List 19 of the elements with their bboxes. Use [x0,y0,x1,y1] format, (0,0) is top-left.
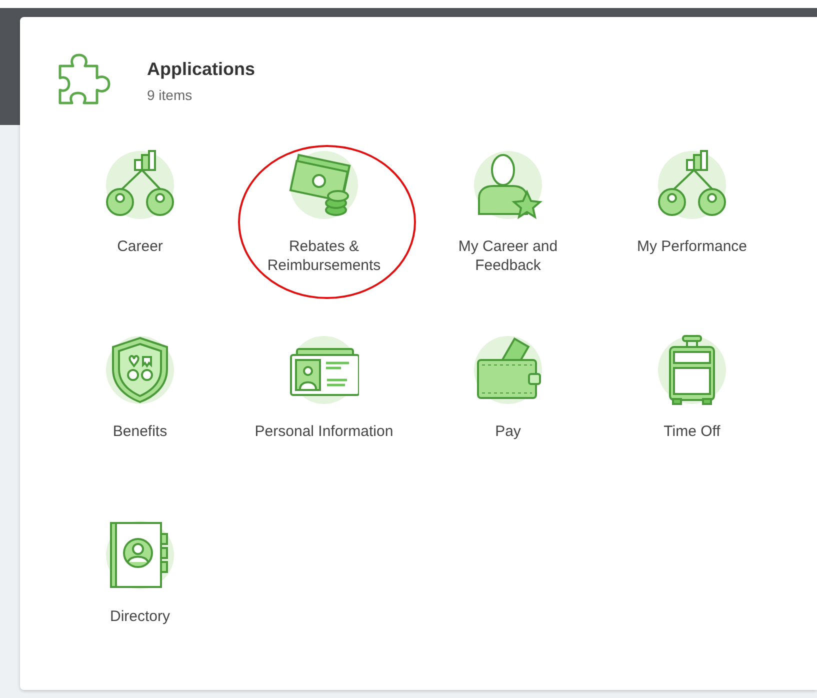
app-label[interactable]: Career [65,237,215,256]
org-chart-icon[interactable] [657,150,727,220]
wallet-icon[interactable] [473,335,543,405]
puzzle-icon [57,52,113,106]
address-book-icon[interactable] [105,520,175,590]
id-card-icon[interactable] [289,335,359,405]
app-label[interactable]: Pay [433,422,583,441]
org-chart-icon[interactable] [105,150,175,220]
app-label[interactable]: Benefits [65,422,215,441]
shield-icon[interactable] [105,335,175,405]
app-label[interactable]: My Performance [617,237,767,256]
money-coins-icon[interactable] [289,150,359,220]
app-label[interactable]: Personal Information [249,422,399,441]
app-label[interactable]: Directory [65,607,215,626]
section-title: Applications [147,59,256,80]
suitcase-icon[interactable] [657,335,727,405]
app-label[interactable]: Time Off [617,422,767,441]
item-count: 9 items [147,87,194,103]
app-label[interactable]: My Career and Feedback [433,237,583,275]
